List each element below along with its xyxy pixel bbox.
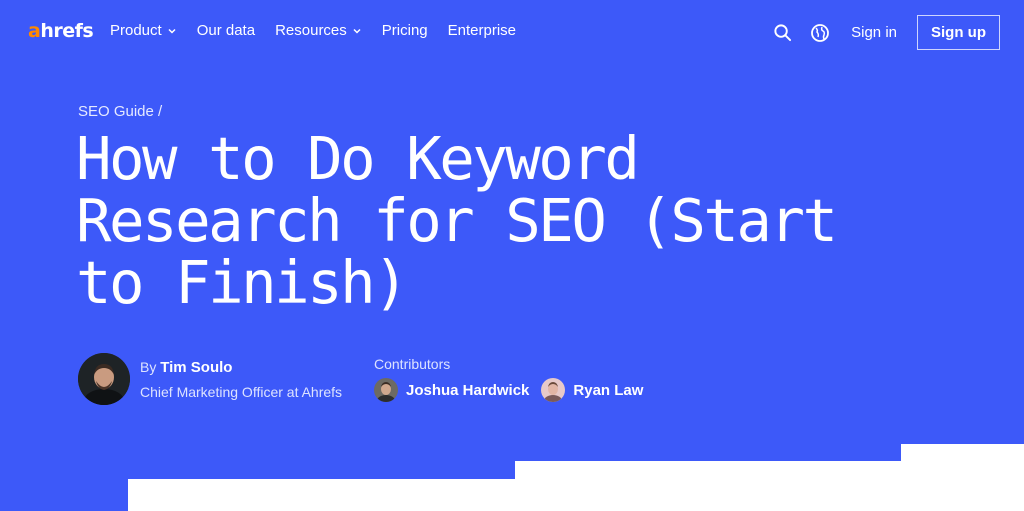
- language-button[interactable]: [809, 22, 831, 44]
- contributors-block: Contributors Joshua Hardwick Ryan Law: [374, 356, 643, 402]
- hero-bottom-step: [128, 479, 515, 511]
- author-role: Chief Marketing Officer at Ahrefs: [140, 383, 343, 400]
- nav-link-our-data[interactable]: Our data: [197, 22, 255, 39]
- author-byline: By Tim Soulo: [140, 358, 233, 376]
- nav-right: Sign in Sign up: [771, 15, 1000, 50]
- author-photo: [78, 353, 130, 405]
- hero-bottom-step: [901, 444, 1024, 511]
- contributors-list: Joshua Hardwick Ryan Law: [374, 378, 643, 402]
- contributor-joshua-hardwick[interactable]: Joshua Hardwick: [374, 378, 529, 402]
- avatar: [541, 378, 566, 402]
- avatar: [374, 378, 398, 402]
- hero-section: ahrefs Product Our data Resources Pricin…: [0, 0, 1024, 511]
- chevron-down-icon: [168, 28, 176, 34]
- ahrefs-logo[interactable]: ahrefs: [28, 20, 94, 42]
- contributor-ryan-law[interactable]: Ryan Law: [541, 378, 643, 402]
- nav-link-pricing[interactable]: Pricing: [382, 22, 428, 39]
- hero-bottom-step: [515, 461, 901, 511]
- chevron-down-icon: [353, 28, 361, 34]
- page-title: How to Do Keyword Research for SEO (Star…: [76, 124, 838, 317]
- avatar[interactable]: [78, 353, 130, 405]
- nav-link-enterprise[interactable]: Enterprise: [448, 22, 516, 39]
- nav-link-product[interactable]: Product: [110, 22, 177, 39]
- contributors-label: Contributors: [374, 356, 451, 372]
- sign-up-button[interactable]: Sign up: [917, 15, 1000, 50]
- search-icon: [774, 24, 791, 42]
- nav-links: Product Our data Resources Pricing Enter…: [110, 22, 516, 39]
- sign-in-link[interactable]: Sign in: [851, 24, 897, 41]
- breadcrumb[interactable]: SEO Guide /: [78, 103, 162, 120]
- globe-icon: [811, 23, 830, 42]
- search-button[interactable]: [771, 22, 793, 44]
- author-block: By Tim Soulo Chief Marketing Officer at …: [78, 353, 342, 405]
- author-text: By Tim Soulo Chief Marketing Officer at …: [140, 359, 342, 400]
- nav-link-resources[interactable]: Resources: [275, 22, 362, 39]
- author-name[interactable]: Tim Soulo: [160, 359, 232, 376]
- top-nav: ahrefs Product Our data Resources Pricin…: [0, 0, 1024, 64]
